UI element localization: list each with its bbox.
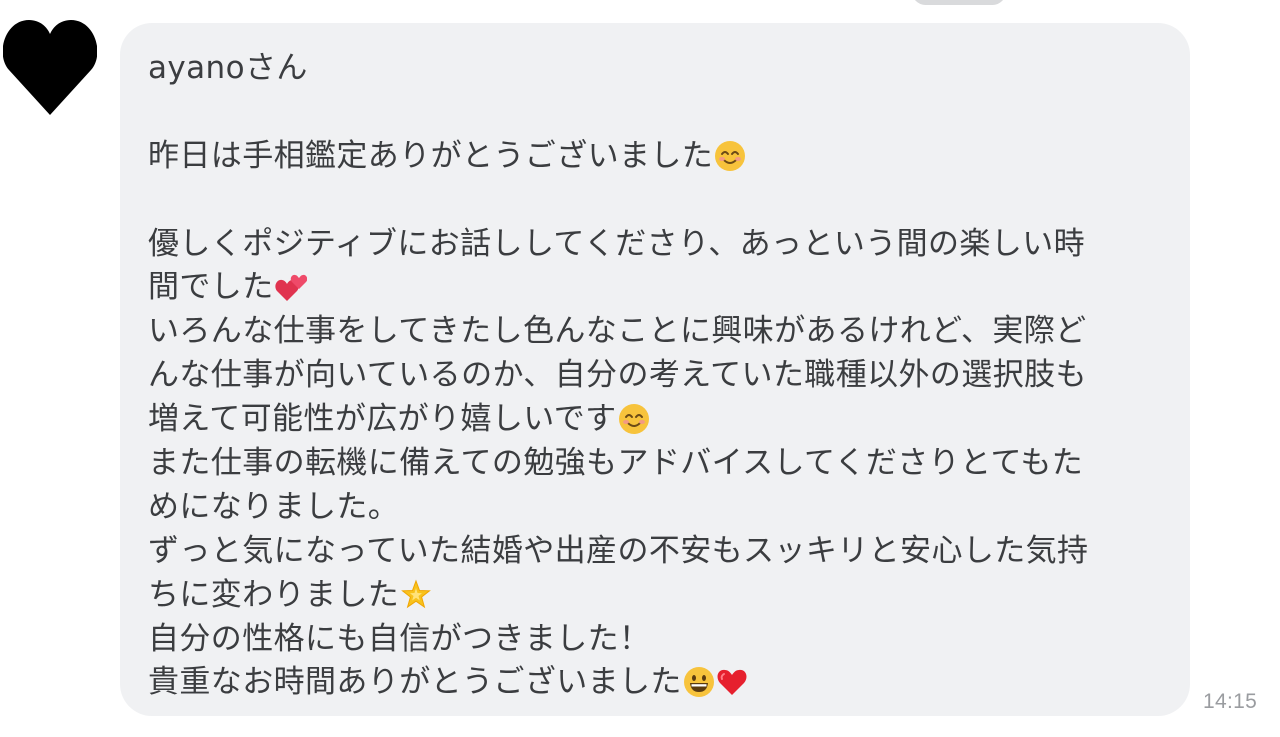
message-line: 間でした — [148, 266, 1170, 310]
red-heart-emoji — [716, 666, 748, 698]
message-line: ずっと気になっていた結婚や出産の不安もスッキリと安心した気持 — [148, 532, 1089, 569]
glowing-star-emoji — [400, 579, 432, 611]
message-line-text: ちに変わりました — [148, 576, 400, 613]
date-pill — [912, 0, 1006, 5]
message-line: いろんな仕事をしてきたし色んなことに興味があるけれど、実際ど — [148, 313, 1087, 350]
smiling-face-emoji — [618, 403, 650, 435]
heart-avatar-icon — [3, 20, 97, 115]
greeting-line: ayanoさん — [148, 50, 308, 86]
message-line-text: 昨日は手相鑑定ありがとうございました — [148, 137, 714, 174]
two-hearts-emoji — [274, 271, 307, 303]
message-line-text: 間でした — [148, 269, 274, 306]
message-text: ayanoさん 昨日は手相鑑定ありがとうございました 優しくポジティブにお話しし… — [148, 47, 1170, 705]
message-line: 貴重なお時間ありがとうございました — [148, 661, 1170, 705]
smiling-face-emoji — [714, 140, 746, 172]
grinning-face-emoji — [683, 666, 715, 698]
sender-avatar[interactable] — [3, 14, 97, 116]
message-line: 昨日は手相鑑定ありがとうございました — [148, 135, 1170, 179]
message-timestamp: 14:15 — [1203, 690, 1258, 713]
message-line: 増えて可能性が広がり嬉しいです — [148, 398, 1170, 442]
chat-screen: ayanoさん 昨日は手相鑑定ありがとうございました 優しくポジティブにお話しし… — [0, 0, 1280, 737]
message-line: 自分の性格にも自信がつきました！ — [148, 620, 651, 657]
message-line: んな仕事が向いているのか、自分の考えていた職種以外の選択肢も — [148, 357, 1087, 394]
message-line: めになりました。 — [148, 488, 400, 525]
message-line: 優しくポジティブにお話ししてくださり、あっという間の楽しい時 — [148, 225, 1086, 262]
message-line-text: 貴重なお時間ありがとうございました — [148, 664, 682, 701]
message-line-text: 増えて可能性が広がり嬉しいです — [148, 401, 617, 438]
message-bubble[interactable]: ayanoさん 昨日は手相鑑定ありがとうございました 優しくポジティブにお話しし… — [120, 23, 1190, 716]
message-line: ちに変わりました — [148, 574, 1170, 618]
message-line: また仕事の転機に備えての勉強もアドバイスしてくださりとてもた — [148, 445, 1084, 482]
